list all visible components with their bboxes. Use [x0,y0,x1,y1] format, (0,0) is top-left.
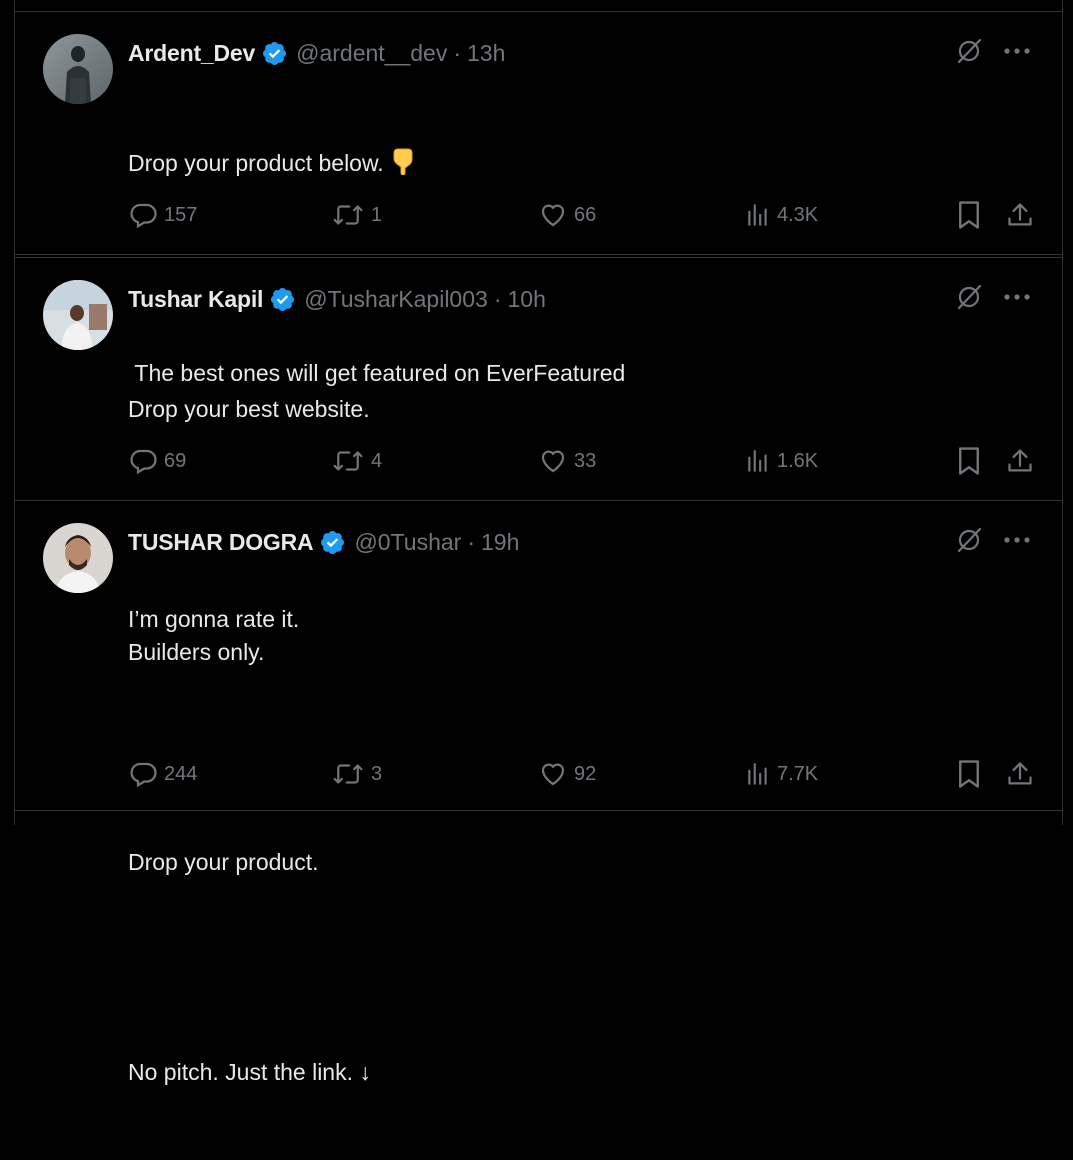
avatar[interactable] [43,523,113,593]
retweet-count: 4 [371,449,383,472]
views-count: 7.7K [777,762,819,785]
grok-icon[interactable] [952,280,986,314]
reply-button[interactable]: 157 [128,198,197,232]
handle[interactable]: @0Tushar [354,529,461,556]
tweet-text: Builders only. Drop your product. No pit… [128,565,371,1160]
tweet-header: TUSHAR DOGRA @0Tushar · 19h [128,527,519,557]
retweet-icon [333,451,363,471]
retweet-count: 3 [371,762,383,785]
verified-badge-icon [269,286,296,313]
timestamp[interactable]: 13h [467,40,505,67]
share-button[interactable] [1006,757,1034,791]
finger-down-emoji [390,147,416,185]
views-icon [748,450,767,472]
action-bar: 157 1 66 4.3K [128,198,1034,232]
views-count: 4.3K [777,203,819,226]
views-icon [748,763,767,785]
share-button[interactable] [1006,198,1034,232]
grok-icon[interactable] [952,34,986,68]
like-icon [541,450,565,473]
separator: · [493,285,502,312]
retweet-button[interactable]: 1 [331,198,382,232]
more-icon[interactable] [1000,34,1034,68]
bookmark-button[interactable] [956,198,982,232]
timestamp[interactable]: 10h [507,286,545,313]
more-icon[interactable] [1000,280,1034,314]
tweet[interactable]: Ardent_Dev @ardent__dev · 13h Drop your … [15,12,1062,386]
verified-badge-icon [319,529,346,556]
share-icon [1008,203,1032,226]
display-name[interactable]: Tushar Kapil [128,286,263,313]
like-icon [541,204,565,227]
reply-icon [130,449,157,475]
bookmark-button[interactable] [956,757,982,791]
like-count: 92 [574,762,597,785]
tweet[interactable]: TUSHAR DOGRA @0Tushar · 19h Builders onl… [15,501,1062,1085]
like-button[interactable]: 33 [538,444,596,478]
more-icon[interactable] [1000,523,1034,557]
tweet[interactable]: Tushar Kapil @TusharKapil003 · 10h Drop … [15,258,1062,632]
tweet-header: Tushar Kapil @TusharKapil003 · 10h [128,284,546,314]
retweet-button[interactable]: 3 [331,757,382,791]
handle[interactable]: @TusharKapil003 [304,286,488,313]
timeline: Ardent_Dev @ardent__dev · 13h Drop your … [14,0,1063,1085]
tweet-line: Drop your product. [128,849,319,875]
bookmark-icon [959,447,979,475]
reply-count: 244 [164,762,198,785]
views-button[interactable]: 1.6K [745,444,818,478]
tweet-line: No pitch. Just the link. ↓ [128,1059,371,1085]
retweet-count: 1 [371,203,383,226]
bookmark-button[interactable] [956,444,982,478]
avatar[interactable] [43,280,113,350]
action-bar: 69 4 33 1.6K [128,444,1034,478]
display-name[interactable]: Ardent_Dev [128,40,255,67]
bookmark-icon [959,201,979,229]
separator: · [453,39,462,66]
share-icon [1008,449,1032,472]
like-icon [541,763,565,786]
bookmark-icon [959,760,979,788]
grok-icon[interactable] [952,523,986,557]
tweet-line [128,950,371,985]
like-button[interactable]: 66 [538,198,596,232]
retweet-icon [333,764,363,784]
like-count: 33 [574,449,597,472]
share-button[interactable] [1006,444,1034,478]
timestamp[interactable]: 19h [481,529,519,556]
tweet-line: Builders only. [128,639,265,665]
display-name[interactable]: TUSHAR DOGRA [128,529,314,556]
tweet-header: Ardent_Dev @ardent__dev · 13h [128,38,505,68]
tweet-line: Drop your best website. [128,396,370,422]
like-count: 66 [574,203,597,226]
reply-button[interactable]: 69 [128,444,186,478]
views-button[interactable]: 4.3K [745,198,818,232]
tweet-line: Drop your product below. [128,150,384,176]
reply-icon [130,762,157,788]
separator: · [467,528,475,555]
views-icon [748,204,767,226]
share-icon [1008,762,1032,785]
handle[interactable]: @ardent__dev [296,40,447,67]
reply-count: 69 [164,449,187,472]
reply-icon [130,203,157,229]
retweet-icon [333,205,363,225]
avatar[interactable] [43,34,113,104]
action-bar: 244 3 92 7.7K [128,757,1034,791]
views-count: 1.6K [777,449,819,472]
reply-count: 157 [164,203,198,226]
like-button[interactable]: 92 [538,757,596,791]
retweet-button[interactable]: 4 [331,444,382,478]
reply-button[interactable]: 244 [128,757,197,791]
verified-badge-icon [261,40,288,67]
views-button[interactable]: 7.7K [745,757,818,791]
